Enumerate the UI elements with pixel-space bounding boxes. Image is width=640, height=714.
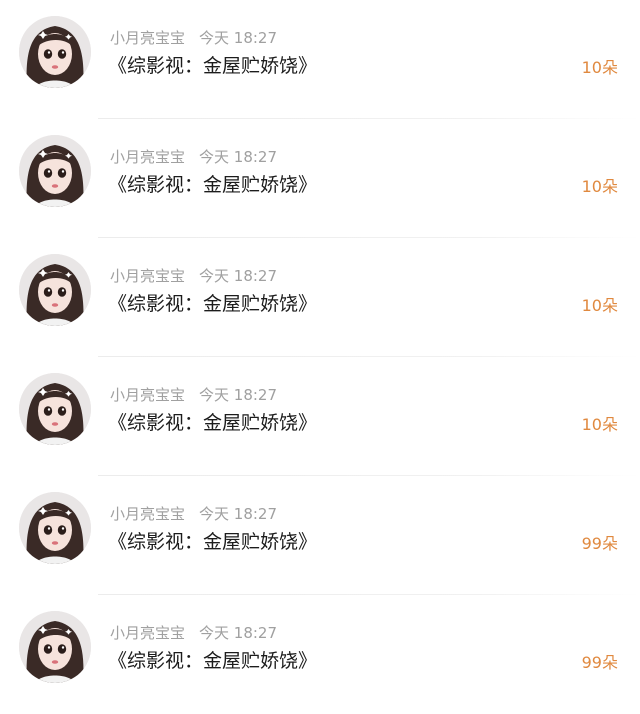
message-time: 今天 18:27 xyxy=(199,386,278,404)
message-row[interactable]: 小月亮宝宝 今天 18:27 《综影视：金屋贮娇饶》 99朵 xyxy=(0,595,640,714)
message-time: 今天 18:27 xyxy=(199,624,278,642)
message-meta: 小月亮宝宝 今天 18:27 xyxy=(110,147,277,167)
book-title[interactable]: 《综影视：金屋贮娇饶》 xyxy=(108,409,317,437)
sender-name[interactable]: 小月亮宝宝 xyxy=(110,29,185,47)
message-time: 今天 18:27 xyxy=(199,148,278,166)
message-row[interactable]: 小月亮宝宝 今天 18:27 《综影视：金屋贮娇饶》 10朵 xyxy=(0,357,640,476)
sender-name[interactable]: 小月亮宝宝 xyxy=(110,267,185,285)
gift-count: 10朵 xyxy=(581,58,618,77)
book-title[interactable]: 《综影视：金屋贮娇饶》 xyxy=(108,647,317,675)
gift-count: 99朵 xyxy=(581,653,618,672)
sender-name[interactable]: 小月亮宝宝 xyxy=(110,624,185,642)
sender-name[interactable]: 小月亮宝宝 xyxy=(110,386,185,404)
message-row[interactable]: 小月亮宝宝 今天 18:27 《综影视：金屋贮娇饶》 10朵 xyxy=(0,238,640,357)
message-row[interactable]: 小月亮宝宝 今天 18:27 《综影视：金屋贮娇饶》 10朵 xyxy=(0,119,640,238)
cartoon-girl-avatar-icon[interactable] xyxy=(19,16,91,88)
cartoon-girl-avatar-icon[interactable] xyxy=(19,492,91,564)
book-title[interactable]: 《综影视：金屋贮娇饶》 xyxy=(108,290,317,318)
book-title[interactable]: 《综影视：金屋贮娇饶》 xyxy=(108,528,317,556)
message-meta: 小月亮宝宝 今天 18:27 xyxy=(110,385,277,405)
message-time: 今天 18:27 xyxy=(199,29,278,47)
message-time: 今天 18:27 xyxy=(199,505,278,523)
sender-name[interactable]: 小月亮宝宝 xyxy=(110,505,185,523)
book-title[interactable]: 《综影视：金屋贮娇饶》 xyxy=(108,52,317,80)
message-time: 今天 18:27 xyxy=(199,267,278,285)
gift-count: 99朵 xyxy=(581,534,618,553)
book-title[interactable]: 《综影视：金屋贮娇饶》 xyxy=(108,171,317,199)
cartoon-girl-avatar-icon[interactable] xyxy=(19,254,91,326)
gift-count: 10朵 xyxy=(581,177,618,196)
gift-count: 10朵 xyxy=(581,296,618,315)
cartoon-girl-avatar-icon[interactable] xyxy=(19,135,91,207)
gift-message-list: 小月亮宝宝 今天 18:27 《综影视：金屋贮娇饶》 10朵 小月亮宝宝 今天 … xyxy=(0,0,640,702)
cartoon-girl-avatar-icon[interactable] xyxy=(19,373,91,445)
message-meta: 小月亮宝宝 今天 18:27 xyxy=(110,623,277,643)
message-row[interactable]: 小月亮宝宝 今天 18:27 《综影视：金屋贮娇饶》 10朵 xyxy=(0,0,640,119)
message-meta: 小月亮宝宝 今天 18:27 xyxy=(110,266,277,286)
message-meta: 小月亮宝宝 今天 18:27 xyxy=(110,28,277,48)
sender-name[interactable]: 小月亮宝宝 xyxy=(110,148,185,166)
gift-count: 10朵 xyxy=(581,415,618,434)
cartoon-girl-avatar-icon[interactable] xyxy=(19,611,91,683)
message-row[interactable]: 小月亮宝宝 今天 18:27 《综影视：金屋贮娇饶》 99朵 xyxy=(0,476,640,595)
message-meta: 小月亮宝宝 今天 18:27 xyxy=(110,504,277,524)
